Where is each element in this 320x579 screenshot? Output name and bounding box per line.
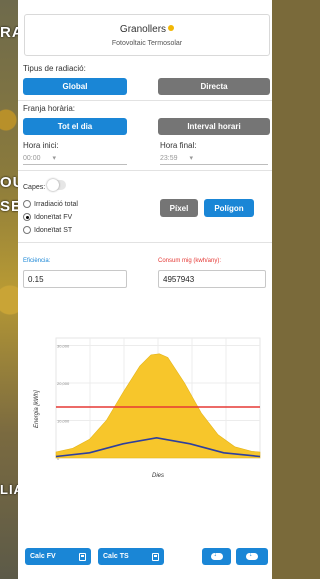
- toggle-knob: [47, 179, 59, 191]
- time-range-label: Franja horària:: [23, 104, 76, 113]
- layers-toggle[interactable]: [47, 179, 66, 191]
- y-axis-label: Energia [kWh]: [34, 390, 40, 428]
- layer-option-irradiation[interactable]: Irradiació total: [23, 200, 78, 208]
- efficiency-label: Eficiència:: [23, 258, 51, 264]
- side-panel: Granollers Fotovoltaic Termosolar Tipus …: [18, 0, 272, 579]
- download-ts-button[interactable]: [236, 548, 268, 565]
- layers-label: Capes:: [23, 184, 46, 191]
- calculator-icon: [79, 552, 86, 561]
- interval-button[interactable]: Interval horari: [158, 118, 270, 135]
- layer-option-fv[interactable]: Idoneïtat FV: [23, 213, 72, 221]
- directa-button[interactable]: Directa: [158, 78, 270, 95]
- energy-chart: 30,000 20,000 10,000 0 Energia [kWh] Dies: [20, 332, 270, 482]
- download-fv-button[interactable]: [202, 548, 231, 565]
- consumption-input[interactable]: 4957943: [158, 270, 266, 288]
- chevron-down-icon: ▾: [52, 155, 56, 162]
- y-tick-label: 10,000: [57, 419, 70, 424]
- consumption-label: Consum mig (kwh/any):: [158, 258, 222, 264]
- underline: [160, 164, 268, 165]
- energy-chart-svg: 30,00020,00010,0000Energia [kWh]Dies: [34, 337, 261, 479]
- y-tick-label: 30,000: [57, 344, 70, 349]
- chevron-down-icon: ▾: [189, 155, 193, 162]
- radiation-label: Tipus de radiació:: [23, 64, 86, 73]
- calculator-icon: [152, 552, 159, 561]
- radio-selected-icon: [23, 213, 31, 221]
- layer-option-st[interactable]: Idoneïtat ST: [23, 226, 72, 234]
- cloud-download-icon: [246, 551, 258, 560]
- underline: [23, 164, 127, 165]
- end-hour-label: Hora final:: [160, 141, 197, 150]
- start-hour-label: Hora inici:: [23, 141, 59, 150]
- end-hour-select[interactable]: 23:59 ▾: [160, 154, 193, 162]
- sun-icon: [168, 25, 175, 31]
- start-hour-select[interactable]: 00:00 ▾: [23, 154, 56, 162]
- divider: [18, 170, 272, 171]
- radio-icon: [23, 200, 31, 208]
- y-tick-label: 20,000: [57, 381, 70, 386]
- divider: [18, 100, 272, 101]
- polygon-button[interactable]: Polígon: [204, 199, 254, 217]
- x-axis-label: Dies: [152, 473, 164, 479]
- page-title: Granollers: [119, 24, 167, 35]
- radio-icon: [23, 226, 31, 234]
- end-hour-value: 23:59: [160, 155, 178, 162]
- start-hour-value: 00:00: [23, 155, 41, 162]
- pixel-button[interactable]: Píxel: [160, 199, 198, 217]
- calc-ts-button[interactable]: Calc TS: [98, 548, 164, 565]
- cloud-download-icon: [210, 551, 223, 560]
- header-card: Granollers Fotovoltaic Termosolar: [24, 14, 270, 56]
- efficiency-input[interactable]: 0.15: [23, 270, 127, 288]
- all-day-button[interactable]: Tot el dia: [23, 118, 127, 135]
- calc-fv-button[interactable]: Calc FV: [25, 548, 91, 565]
- global-button[interactable]: Global: [23, 78, 127, 95]
- page-subtitle: Fotovoltaic Termosolar: [111, 40, 183, 47]
- divider: [18, 242, 272, 243]
